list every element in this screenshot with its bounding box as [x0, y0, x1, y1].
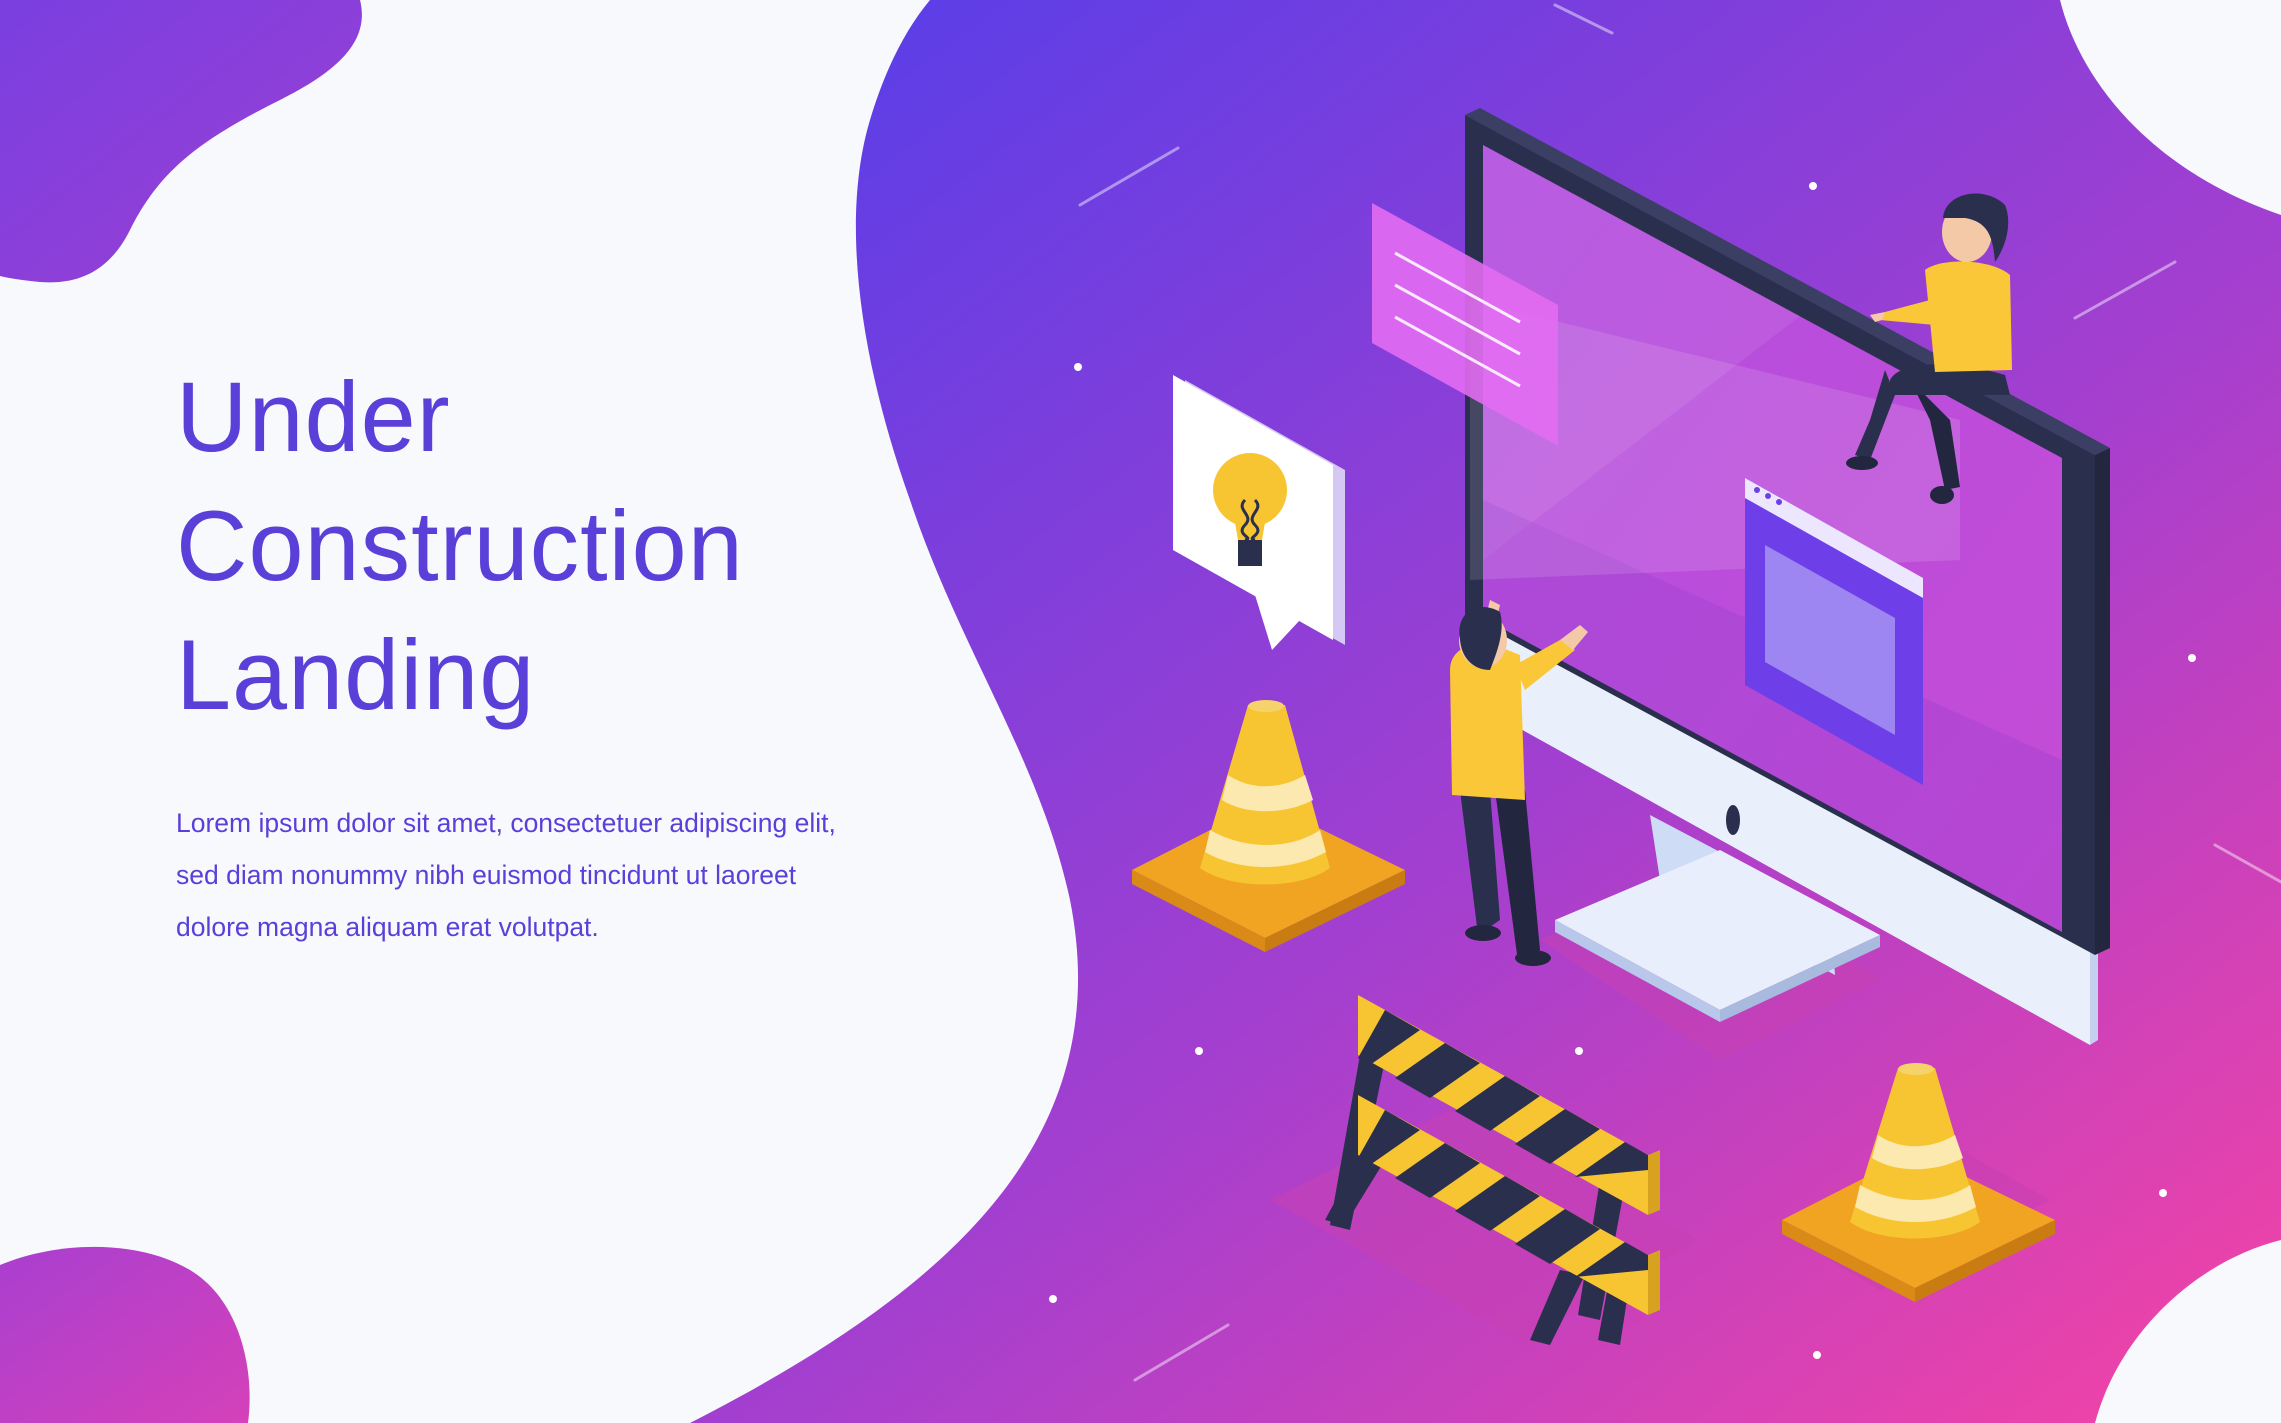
- title-line: Landing: [176, 619, 536, 730]
- landing-page: Under Construction Landing Lorem ipsum d…: [0, 0, 2281, 1423]
- page-title: Under Construction Landing: [176, 352, 896, 739]
- title-line: Construction: [176, 490, 744, 601]
- hero-description: Lorem ipsum dolor sit amet, consectetuer…: [176, 808, 836, 942]
- hero-text-block: Under Construction Landing Lorem ipsum d…: [176, 352, 896, 953]
- corner-blob-bottom-left: [0, 1246, 250, 1423]
- title-line: Under: [176, 361, 451, 472]
- corner-blob-top-left: [0, 0, 362, 283]
